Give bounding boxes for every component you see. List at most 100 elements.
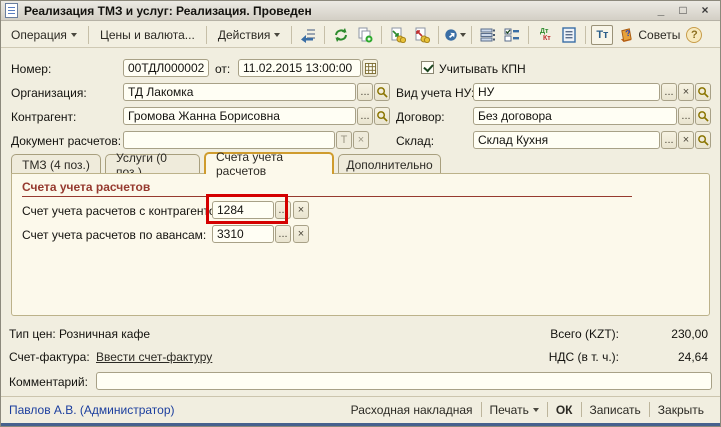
annotation-highlight-box bbox=[206, 194, 288, 224]
toolbar-separator bbox=[528, 26, 529, 44]
organization-label: Организация: bbox=[11, 86, 87, 100]
counterparty-lookup-button[interactable] bbox=[374, 107, 390, 125]
tt-icon: Тт bbox=[596, 29, 608, 41]
prices-currency-button[interactable]: Цены и валюта... bbox=[94, 25, 201, 45]
calendar-icon bbox=[365, 63, 376, 74]
chevron-down-icon bbox=[533, 408, 539, 412]
counterparty-select-button[interactable]: ... bbox=[357, 107, 373, 125]
refresh-icon bbox=[333, 27, 349, 43]
vat-value: 24,64 bbox=[678, 350, 708, 364]
magnifier-icon bbox=[376, 86, 388, 98]
tab-settlement-accounts[interactable]: Счета учета расчетов bbox=[204, 152, 334, 174]
chevron-down-icon bbox=[71, 33, 77, 37]
contract-select-button[interactable]: ... bbox=[678, 107, 694, 125]
post-document-icon bbox=[390, 27, 406, 43]
counterparty-field[interactable] bbox=[123, 107, 356, 125]
tips-icon: ? bbox=[619, 27, 634, 42]
organization-field[interactable] bbox=[123, 83, 356, 101]
invoice-label: Счет-фактура: bbox=[9, 350, 90, 364]
close-form-button[interactable]: Закрыть bbox=[650, 400, 712, 420]
tips-button[interactable]: ? Советы bbox=[615, 25, 684, 44]
actions-menu-button[interactable]: Действия bbox=[212, 25, 287, 45]
warehouse-field[interactable] bbox=[473, 131, 660, 149]
account-advances-clear-button[interactable]: × bbox=[293, 225, 309, 243]
number-field[interactable] bbox=[123, 59, 209, 77]
operation-menu-button[interactable]: Операция bbox=[5, 25, 83, 45]
settlement-doc-field[interactable] bbox=[123, 131, 335, 149]
toolbar-separator bbox=[206, 26, 207, 44]
refresh-button[interactable] bbox=[330, 25, 352, 45]
copy-document-button[interactable] bbox=[354, 25, 376, 45]
toolbar-separator bbox=[438, 26, 439, 44]
maximize-button[interactable]: □ bbox=[672, 3, 694, 19]
list-settings-button[interactable] bbox=[501, 25, 523, 45]
comment-label: Комментарий: bbox=[9, 375, 88, 389]
debit-credit-button[interactable]: Дт Кт bbox=[534, 25, 556, 45]
current-user-text: Павлов А.В. (Администратор) bbox=[9, 403, 175, 417]
print-button[interactable]: Печать bbox=[482, 400, 547, 420]
document-icon bbox=[5, 3, 18, 18]
contract-field[interactable] bbox=[473, 107, 677, 125]
magnifier-icon bbox=[376, 110, 388, 122]
date-field[interactable] bbox=[238, 59, 361, 77]
warehouse-clear-button[interactable]: × bbox=[678, 131, 694, 149]
comment-field[interactable] bbox=[96, 372, 712, 390]
toolbar: Операция Цены и валюта... Действия bbox=[1, 22, 720, 48]
calendar-button[interactable] bbox=[362, 59, 378, 77]
account-counterparty-label: Счет учета расчетов с контрагентом: bbox=[22, 204, 227, 218]
organization-select-button[interactable]: ... bbox=[357, 83, 373, 101]
settlement-doc-type-button[interactable]: T bbox=[336, 131, 352, 149]
help-button[interactable]: ? bbox=[686, 27, 702, 43]
number-label: Номер: bbox=[11, 62, 51, 76]
expense-invoice-button[interactable]: Расходная накладная bbox=[343, 400, 481, 420]
save-button[interactable]: Записать bbox=[582, 400, 649, 420]
contract-lookup-button[interactable] bbox=[695, 107, 711, 125]
actions-menu-label: Действия bbox=[218, 28, 271, 42]
counterparty-label: Контрагент: bbox=[11, 110, 76, 124]
price-type-text: Тип цен: Розничная кафе bbox=[9, 327, 150, 341]
window-bottom-edge bbox=[1, 423, 720, 426]
toolbar-separator bbox=[381, 26, 382, 44]
nu-clear-button[interactable]: × bbox=[678, 83, 694, 101]
debit-credit-icon: Дт Кт bbox=[540, 28, 551, 42]
organization-lookup-button[interactable] bbox=[374, 83, 390, 101]
accounts-toggle-button[interactable]: Тт bbox=[591, 25, 613, 45]
kpn-checkbox[interactable] bbox=[421, 61, 434, 74]
refill-document-button[interactable] bbox=[297, 25, 319, 45]
operation-menu-label: Операция bbox=[11, 28, 67, 42]
nu-select-button[interactable]: ... bbox=[661, 83, 677, 101]
refill-icon bbox=[300, 27, 316, 43]
title-bar: Реализация ТМЗ и услуг: Реализация. Пров… bbox=[1, 1, 720, 21]
document-window: Реализация ТМЗ и услуг: Реализация. Пров… bbox=[0, 0, 721, 427]
nu-lookup-button[interactable] bbox=[695, 83, 711, 101]
tab-tmz[interactable]: ТМЗ (4 поз.) bbox=[11, 154, 101, 174]
document-structure-button[interactable] bbox=[477, 25, 499, 45]
status-bar: Павлов А.В. (Администратор) Расходная на… bbox=[1, 396, 720, 425]
unpost-document-button[interactable] bbox=[411, 25, 433, 45]
account-advances-select-button[interactable]: ... bbox=[275, 225, 291, 243]
ok-button[interactable]: ОК bbox=[548, 400, 581, 420]
account-counterparty-clear-button[interactable]: × bbox=[293, 201, 309, 219]
toolbar-separator bbox=[291, 26, 292, 44]
warehouse-lookup-button[interactable] bbox=[695, 131, 711, 149]
toolbar-separator bbox=[324, 26, 325, 44]
vat-label: НДС (в т. ч.): bbox=[549, 350, 619, 364]
settlement-doc-clear-button[interactable]: × bbox=[353, 131, 369, 149]
goto-button[interactable] bbox=[444, 25, 466, 45]
goto-icon bbox=[444, 27, 458, 43]
account-advances-field[interactable] bbox=[212, 225, 274, 243]
kpn-label: Учитывать КПН bbox=[439, 62, 526, 76]
register-records-button[interactable] bbox=[558, 25, 580, 45]
nu-field[interactable] bbox=[473, 83, 660, 101]
close-button[interactable]: × bbox=[694, 3, 716, 19]
post-document-button[interactable] bbox=[387, 25, 409, 45]
tab-additional[interactable]: Дополнительно bbox=[338, 154, 441, 174]
minimize-button[interactable]: _ bbox=[650, 3, 672, 19]
nu-label: Вид учета НУ: bbox=[396, 86, 474, 100]
tab-services[interactable]: Услуги (0 поз.) bbox=[105, 154, 200, 174]
copy-add-icon bbox=[357, 27, 373, 43]
unpost-document-icon bbox=[414, 27, 430, 43]
register-list-icon bbox=[561, 27, 577, 43]
enter-invoice-link[interactable]: Ввести счет-фактуру bbox=[96, 350, 212, 364]
warehouse-select-button[interactable]: ... bbox=[661, 131, 677, 149]
